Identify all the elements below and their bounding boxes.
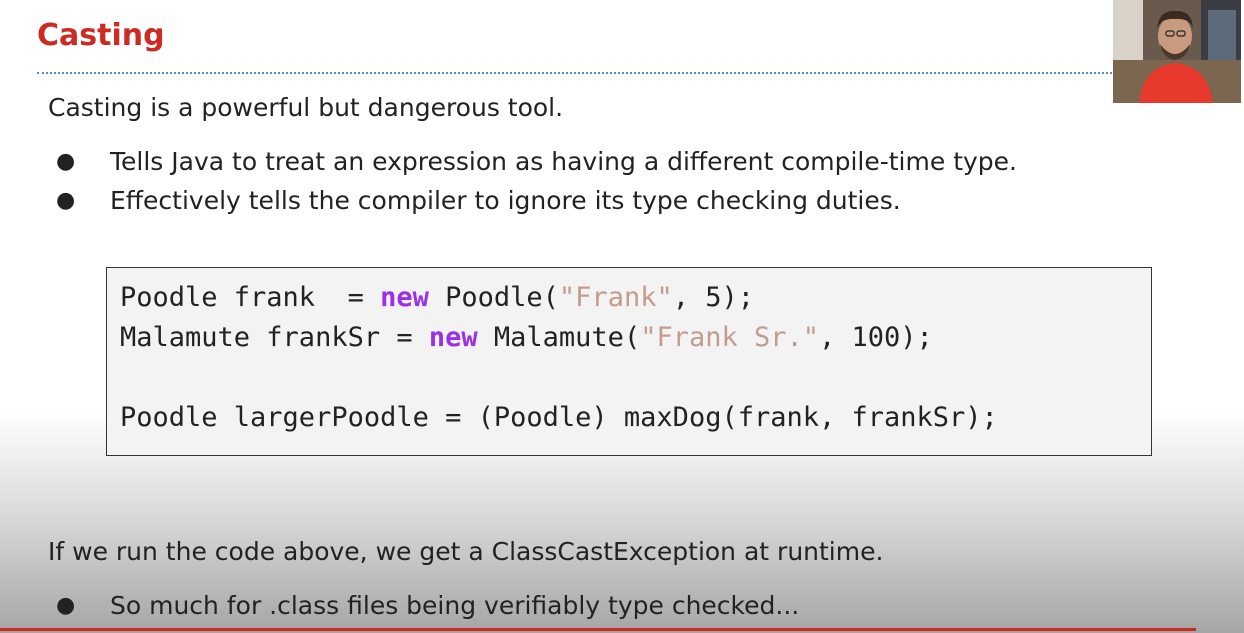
code-content: Poodle frank = new Poodle("Frank", 5); M… — [120, 278, 998, 438]
bottom-text: If we run the code above, we get a Class… — [48, 537, 884, 566]
code-line-2: Malamute frankSr = new Malamute("Frank S… — [120, 322, 933, 353]
footer-red-rule — [0, 628, 1196, 631]
slide-title: Casting — [37, 18, 165, 53]
keyword-new: new — [428, 322, 478, 353]
bullet-text: So much for .class files being verifiabl… — [110, 591, 800, 620]
bottom-bullet-list: ● So much for .class files being verifia… — [48, 586, 799, 625]
bullet-item: ● So much for .class files being verifia… — [48, 586, 799, 625]
code-block: Poodle frank = new Poodle("Frank", 5); M… — [106, 267, 1152, 456]
presenter-webcam — [1113, 0, 1241, 103]
code-line-1: Poodle frank = new Poodle("Frank", 5); — [120, 282, 754, 313]
intro-text: Casting is a powerful but dangerous tool… — [48, 93, 564, 122]
title-dotted-divider — [37, 72, 1112, 74]
presenter-video-thumbnail-icon — [1113, 0, 1241, 103]
bullet-text: Tells Java to treat an expression as hav… — [110, 147, 1017, 176]
bullet-list: ● Tells Java to treat an expression as h… — [48, 142, 1017, 220]
string-literal: "Frank Sr." — [640, 322, 820, 353]
string-literal: "Frank" — [558, 282, 673, 313]
bullet-item: ● Effectively tells the compiler to igno… — [48, 181, 1017, 220]
bullet-icon: ● — [56, 149, 76, 174]
bullet-text: Effectively tells the compiler to ignore… — [110, 186, 901, 215]
bullet-item: ● Tells Java to treat an expression as h… — [48, 142, 1017, 181]
bullet-icon: ● — [56, 593, 76, 618]
keyword-new: new — [380, 282, 429, 313]
bullet-icon: ● — [56, 188, 76, 213]
code-line-3: Poodle largerPoodle = (Poodle) maxDog(fr… — [120, 402, 998, 433]
